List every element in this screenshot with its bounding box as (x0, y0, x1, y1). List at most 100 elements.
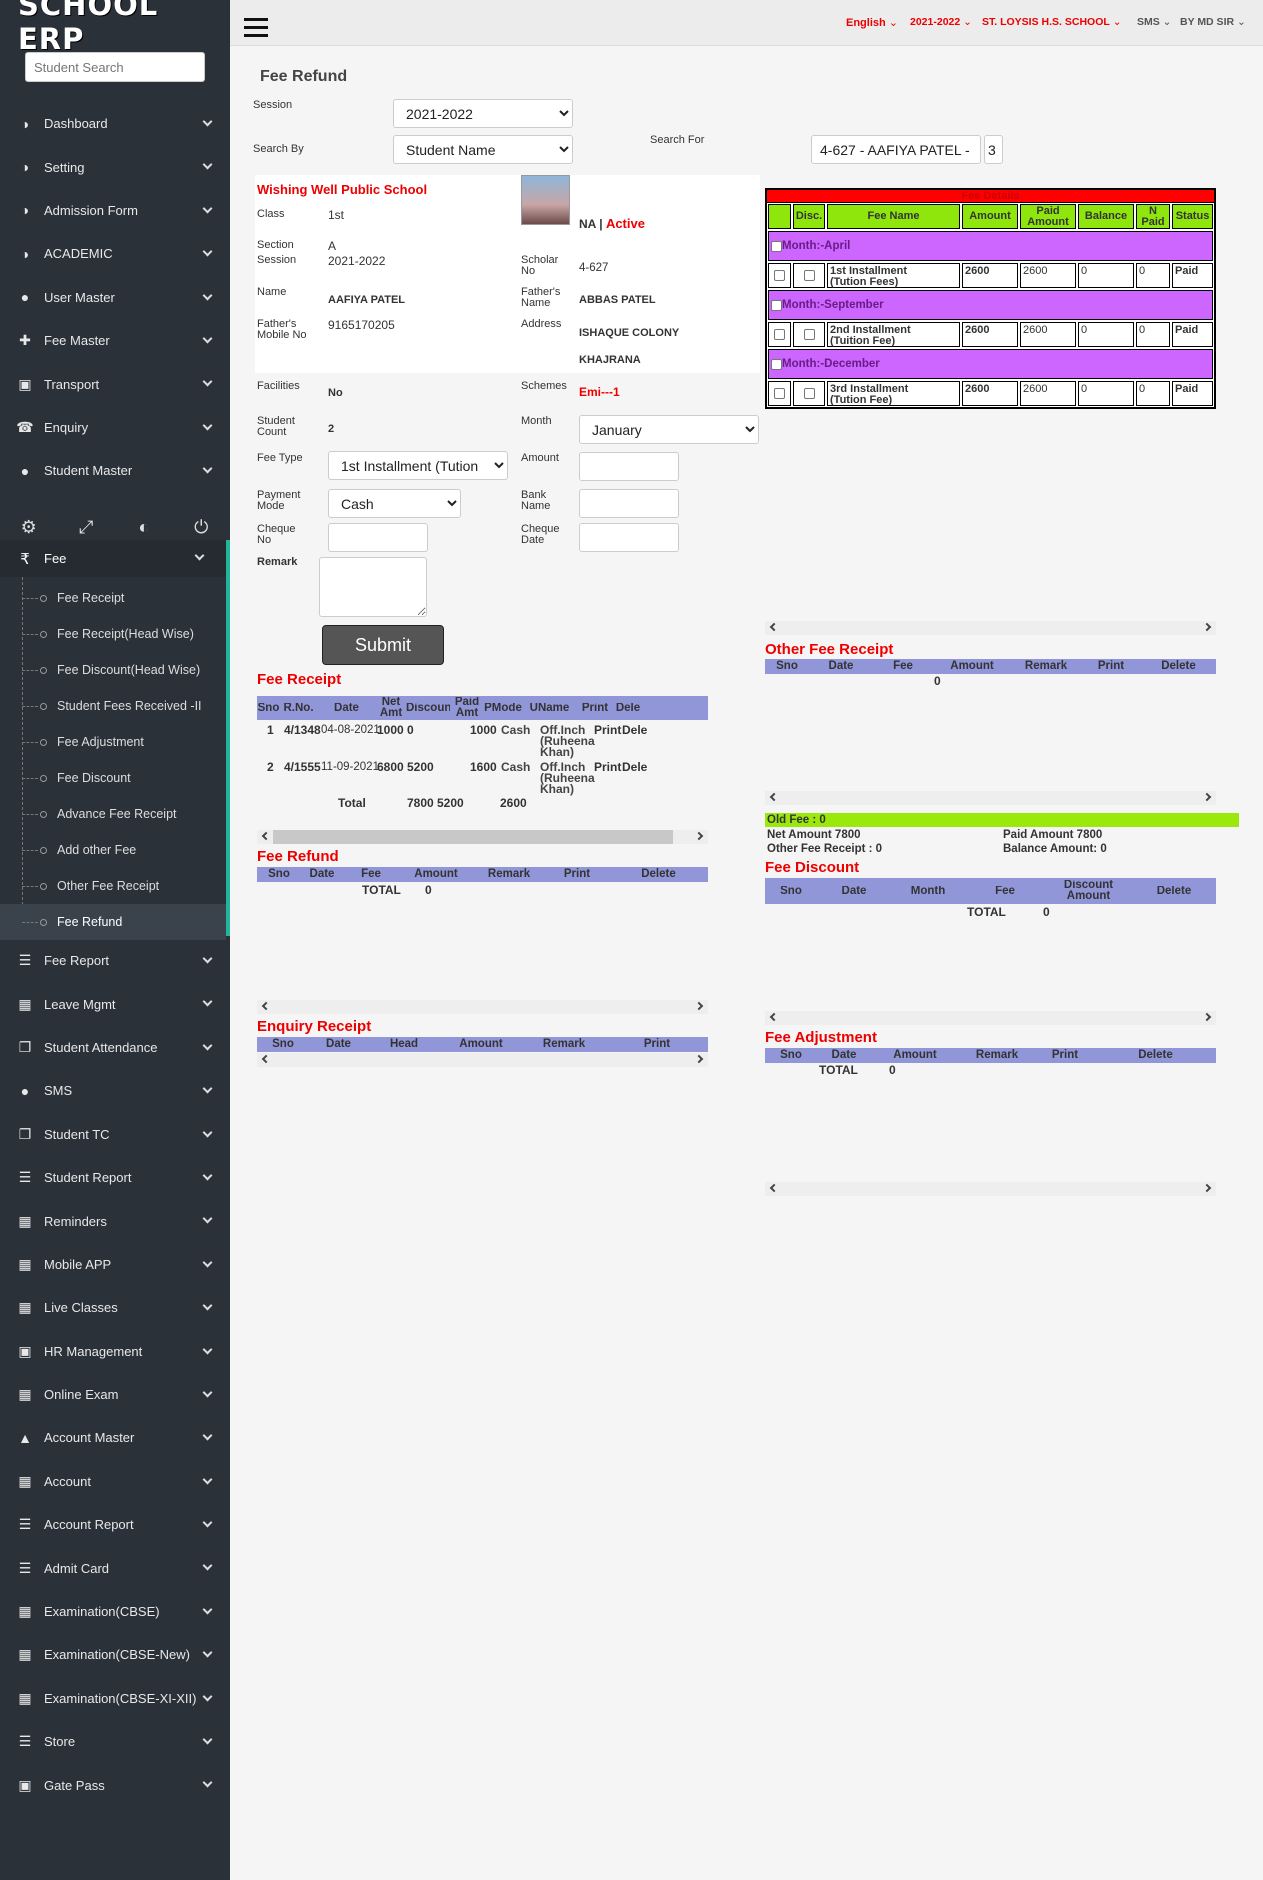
amount-input[interactable] (579, 452, 679, 481)
sidebar-item-academic[interactable]: ◑ ACADEMIC (0, 232, 230, 275)
scroll-right-icon[interactable] (694, 1054, 704, 1064)
session-select[interactable]: 2021-2022 (393, 99, 573, 128)
sidebar-item-gate-pass[interactable]: ▣ Gate Pass (0, 1763, 230, 1806)
search-for-extra-input[interactable] (984, 135, 1003, 164)
select-checkbox-cell[interactable] (768, 322, 791, 347)
sidebar-item-enquiry[interactable]: ☎ Enquiry (0, 406, 230, 449)
sidebar-subitem-fee-receipt-head-wise[interactable]: Fee Receipt(Head Wise) (0, 616, 226, 652)
fee-receipt-del[interactable]: Dele (622, 761, 647, 773)
sidebar-item-account[interactable]: ▦ Account (0, 1460, 230, 1503)
scroll-right-icon[interactable] (1202, 622, 1212, 632)
sidebar-item-fee-master[interactable]: ✚ Fee Master (0, 319, 230, 362)
sidebar-item-store[interactable]: ☰ Store (0, 1720, 230, 1763)
sidebar-item-examination-cbse[interactable]: ▦ Examination(CBSE) (0, 1590, 230, 1633)
select-checkbox[interactable] (774, 270, 785, 281)
fee-adjustment-scrollbar[interactable] (765, 1182, 1216, 1196)
sidebar-item-user-master[interactable]: ● User Master (0, 276, 230, 319)
school-menu[interactable]: ST. LOYSIS H.S. SCHOOL (982, 16, 1122, 28)
sidebar-subitem-fee-adjustment[interactable]: Fee Adjustment (0, 724, 226, 760)
fee-refund-scrollbar[interactable] (257, 1000, 708, 1014)
sidebar-item-mobile-app[interactable]: ▦ Mobile APP (0, 1243, 230, 1286)
scroll-left-icon[interactable] (261, 1001, 271, 1011)
user-menu[interactable]: BY MD SIR (1180, 16, 1246, 28)
sidebar-subitem-fee-discount-head-wise[interactable]: Fee Discount(Head Wise) (0, 652, 226, 688)
sidebar-item-dashboard[interactable]: ◑ Dashboard (0, 102, 230, 145)
fee-receipt-del[interactable]: Dele (622, 724, 647, 736)
student-search-input[interactable] (25, 52, 205, 82)
sms-menu[interactable]: SMS (1137, 16, 1171, 28)
sidebar-subitem-fee-receipt[interactable]: Fee Receipt (0, 580, 226, 616)
scrollbar-thumb[interactable] (273, 830, 673, 844)
session-menu[interactable]: 2021-2022 (910, 16, 972, 28)
gear-icon[interactable]: ⚙ (14, 517, 44, 538)
sidebar-item-setting[interactable]: ◑ Setting (0, 145, 230, 188)
cheque-date-input[interactable] (579, 523, 679, 552)
remark-textarea[interactable] (319, 557, 427, 617)
sidebar-subitem-fee-refund[interactable]: Fee Refund (0, 904, 226, 940)
sidebar-item-live-classes[interactable]: ▦ Live Classes (0, 1286, 230, 1329)
sidebar-item-account-report[interactable]: ☰ Account Report (0, 1503, 230, 1546)
expand-icon[interactable]: ⤢ (71, 517, 101, 538)
sidebar-item-transport[interactable]: ▣ Transport (0, 362, 230, 405)
search-for-input[interactable] (811, 135, 981, 164)
sidebar-item-reminders[interactable]: ▦ Reminders (0, 1199, 230, 1242)
scroll-left-icon[interactable] (261, 1054, 271, 1064)
sidebar-item-leave-mgmt[interactable]: ▦ Leave Mgmt (0, 982, 230, 1025)
sidebar-item-examination-cbse-xi-xii[interactable]: ▦ Examination(CBSE-XI-XII) (0, 1677, 230, 1720)
scroll-right-icon[interactable] (694, 831, 704, 841)
month-checkbox[interactable] (771, 299, 782, 311)
search-by-select[interactable]: Student Name (393, 135, 573, 164)
sidebar-item-sms[interactable]: ● SMS (0, 1069, 230, 1112)
bank-name-input[interactable] (579, 489, 679, 518)
fee-receipt-print[interactable]: Print (594, 761, 621, 773)
discount-checkbox[interactable] (803, 388, 815, 399)
scroll-left-icon[interactable] (769, 792, 779, 802)
sidebar-item-student-attendance[interactable]: ❐ Student Attendance (0, 1026, 230, 1069)
scroll-left-icon[interactable] (769, 622, 779, 632)
sidebar-subitem-student-fees-received-ii[interactable]: Student Fees Received -II (0, 688, 226, 724)
sidebar-subitem-other-fee-receipt[interactable]: Other Fee Receipt (0, 868, 226, 904)
discount-checkbox-cell[interactable] (793, 322, 825, 347)
scroll-right-icon[interactable] (694, 1001, 704, 1011)
sidebar-item-student-master[interactable]: ● Student Master (0, 449, 230, 492)
select-checkbox-cell[interactable] (768, 263, 791, 288)
fee-receipt-scrollbar[interactable] (257, 830, 708, 844)
scroll-right-icon[interactable] (1202, 1183, 1212, 1193)
eye-off-icon[interactable]: ◐ (129, 517, 159, 538)
fee-details-scrollbar[interactable] (765, 621, 1216, 635)
fee-discount-scrollbar[interactable] (765, 1011, 1216, 1025)
enquiry-receipt-scrollbar[interactable] (257, 1053, 708, 1067)
sidebar-item-account-master[interactable]: ▲ Account Master (0, 1416, 230, 1459)
payment-mode-select[interactable]: Cash (328, 489, 461, 518)
sidebar-subitem-fee-discount[interactable]: Fee Discount (0, 760, 226, 796)
sidebar-item-hr-management[interactable]: ▣ HR Management (0, 1330, 230, 1373)
month-checkbox[interactable] (771, 358, 782, 370)
select-checkbox-cell[interactable] (768, 381, 791, 406)
app-logo[interactable]: SCHOOL ERP (0, 0, 230, 56)
select-checkbox[interactable] (774, 329, 785, 340)
discount-checkbox-cell[interactable] (793, 263, 825, 288)
sidebar-item-student-tc[interactable]: ❐ Student TC (0, 1113, 230, 1156)
discount-checkbox[interactable] (803, 270, 815, 281)
menu-toggle-icon[interactable] (244, 18, 268, 38)
submit-button[interactable]: Submit (322, 625, 444, 665)
scroll-left-icon[interactable] (769, 1183, 779, 1193)
sidebar-item-fee-report[interactable]: ☰ Fee Report (0, 939, 230, 982)
scroll-left-icon[interactable] (261, 831, 271, 841)
discount-checkbox-cell[interactable] (793, 381, 825, 406)
cheque-no-input[interactable] (328, 523, 428, 552)
fee-receipt-print[interactable]: Print (594, 724, 621, 736)
sidebar-item-student-report[interactable]: ☰ Student Report (0, 1156, 230, 1199)
sidebar-item-examination-cbse-new[interactable]: ▦ Examination(CBSE-New) (0, 1633, 230, 1676)
sidebar-subitem-add-other-fee[interactable]: Add other Fee (0, 832, 226, 868)
month-select[interactable]: January (579, 415, 759, 444)
sidebar-item-online-exam[interactable]: ▦ Online Exam (0, 1373, 230, 1416)
sidebar-subitem-advance-fee-receipt[interactable]: Advance Fee Receipt (0, 796, 226, 832)
scroll-right-icon[interactable] (1202, 792, 1212, 802)
scroll-left-icon[interactable] (769, 1012, 779, 1022)
sidebar-item-fee[interactable]: ₹ Fee (0, 540, 226, 577)
sidebar-item-admission-form[interactable]: ◑ Admission Form (0, 189, 230, 232)
select-checkbox[interactable] (774, 388, 785, 399)
discount-checkbox[interactable] (803, 329, 815, 340)
sidebar-item-admit-card[interactable]: ☰ Admit Card (0, 1546, 230, 1589)
